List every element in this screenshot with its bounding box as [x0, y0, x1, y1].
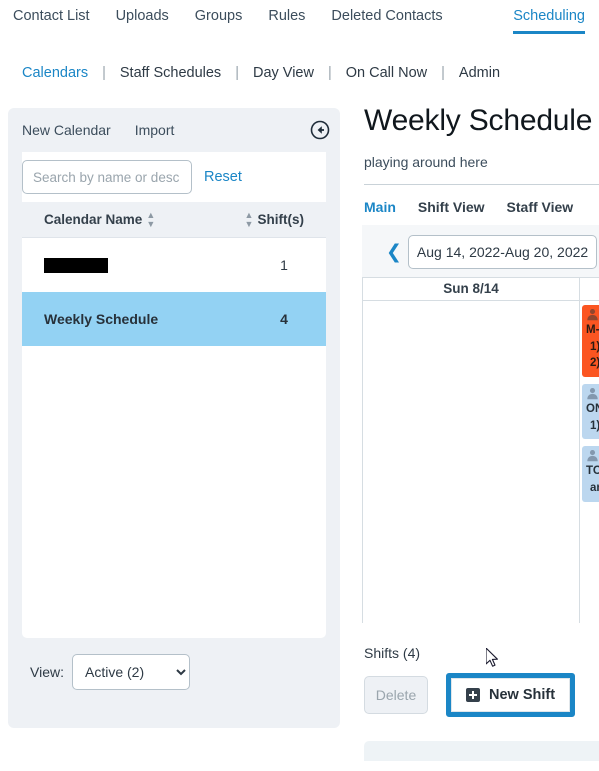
calendar-name-cell: Weekly Schedule — [44, 311, 159, 327]
shift-card-line: 1) — [590, 419, 599, 432]
shift-actions-row: Delete New Shift — [360, 661, 599, 717]
subnav-item-admin[interactable]: Admin — [459, 65, 500, 81]
tab-staff-view[interactable]: Staff View — [507, 199, 574, 215]
view-filter-select[interactable]: Active (2) — [71, 654, 190, 690]
page-subtitle: playing around here — [364, 154, 488, 170]
day-column-header: Sun 8/14 — [363, 278, 579, 301]
new-shift-button[interactable]: New Shift — [451, 678, 571, 712]
subnav-separator: | — [327, 65, 332, 81]
schedule-detail-panel: Weekly Schedule playing around here Main… — [360, 100, 599, 771]
new-shift-focus-ring: New Shift — [446, 673, 576, 717]
person-icon — [587, 450, 598, 462]
day-column-monday: M-F 1) a 2) A ON 1) — [580, 278, 599, 623]
person-icon — [587, 388, 598, 400]
nav-tab-deleted-contacts[interactable]: Deleted Contacts — [331, 8, 442, 34]
calendar-name-cell — [44, 257, 264, 274]
person-icon — [587, 309, 598, 321]
calendar-list-toolbar: New Calendar Import — [8, 108, 340, 152]
shifts-count-label: Shifts (4) — [364, 645, 421, 661]
nav-tab-groups[interactable]: Groups — [195, 8, 243, 34]
primary-navigation: Contact List Uploads Groups Rules Delete… — [0, 0, 599, 44]
table-row[interactable]: 1 — [22, 238, 326, 292]
shift-card-line: TOM — [586, 465, 599, 478]
secondary-navigation: Calendars | Staff Schedules | Day View |… — [0, 58, 599, 88]
shift-card-line: 2) A — [590, 357, 599, 370]
page-title: Weekly Schedule — [364, 104, 593, 137]
subnav-separator: | — [102, 65, 106, 81]
subnav-separator: | — [235, 65, 239, 81]
shift-card-line: ON — [586, 403, 599, 416]
column-header-calendar-name[interactable]: Calendar Name ▲ ▼ — [44, 210, 241, 229]
calendar-list: 1 Weekly Schedule 4 — [22, 238, 326, 638]
week-grid: Sun 8/14 M-F 1) a 2) A — [362, 277, 599, 623]
sort-icon[interactable]: ▲ ▼ — [245, 210, 254, 229]
shift-card[interactable]: TOM ant — [582, 446, 599, 502]
shift-card-line: 1) a — [590, 340, 599, 353]
shift-card[interactable]: ON 1) — [582, 384, 599, 440]
subnav-item-calendars[interactable]: Calendars — [22, 65, 88, 81]
date-range-navigator: ❮ Aug 14, 2022-Aug 20, 2022 ❯ — [362, 233, 599, 271]
new-shift-button-label: New Shift — [489, 687, 556, 703]
subnav-item-staff-schedules[interactable]: Staff Schedules — [120, 65, 221, 81]
day-column-sunday: Sun 8/14 — [362, 278, 580, 623]
shift-card-line: ant — [590, 482, 599, 495]
calendar-shift-count: 1 — [280, 257, 288, 273]
plus-square-icon — [466, 688, 480, 702]
circle-left-arrow-icon[interactable] — [310, 120, 330, 140]
tab-main[interactable]: Main — [364, 199, 396, 215]
column-header-shifts-label: Shift(s) — [257, 212, 305, 227]
column-header-shifts[interactable]: ▲ ▼ Shift(s) — [241, 210, 305, 229]
nav-tab-rules[interactable]: Rules — [268, 8, 305, 34]
reset-search-link[interactable]: Reset — [204, 169, 242, 185]
day-column-header — [580, 278, 599, 301]
tab-shift-view[interactable]: Shift View — [418, 199, 485, 215]
schedule-view-tabs: Main Shift View Staff View — [360, 185, 599, 215]
shift-card[interactable]: M-F 1) a 2) A — [582, 305, 599, 378]
subnav-item-day-view[interactable]: Day View — [253, 65, 314, 81]
day-column-body[interactable] — [363, 301, 579, 623]
calendar-shift-count: 4 — [280, 311, 288, 327]
subnav-separator: | — [441, 65, 445, 81]
date-range-field[interactable]: Aug 14, 2022-Aug 20, 2022 — [407, 235, 598, 269]
import-button[interactable]: Import — [135, 122, 175, 138]
view-filter-row: View: Active (2) — [8, 638, 340, 690]
new-calendar-button[interactable]: New Calendar — [22, 122, 111, 138]
calendar-week-panel: ❮ Aug 14, 2022-Aug 20, 2022 ❯ Sun 8/14 — [362, 225, 599, 623]
delete-button[interactable]: Delete — [364, 676, 428, 714]
search-input[interactable] — [22, 160, 192, 194]
nav-tab-contact-list[interactable]: Contact List — [13, 8, 90, 34]
redacted-name-block — [44, 258, 108, 274]
table-row[interactable]: Weekly Schedule 4 — [22, 292, 326, 346]
calendar-search-row: Reset — [22, 152, 326, 202]
shift-card-line: M-F — [586, 324, 599, 336]
day-column-body[interactable]: M-F 1) a 2) A ON 1) — [580, 301, 599, 623]
column-header-calendar-name-label: Calendar Name — [44, 212, 143, 227]
calendar-list-panel: New Calendar Import Reset Calendar Name … — [8, 108, 340, 728]
sort-icon[interactable]: ▲ ▼ — [146, 210, 155, 229]
subnav-item-on-call-now[interactable]: On Call Now — [346, 65, 427, 81]
calendar-table-header: Calendar Name ▲ ▼ ▲ ▼ Shift(s) — [22, 202, 326, 238]
bottom-panel-stub — [364, 741, 599, 761]
nav-tab-scheduling[interactable]: Scheduling — [513, 8, 585, 34]
nav-tab-uploads[interactable]: Uploads — [116, 8, 169, 34]
view-filter-label: View: — [30, 664, 64, 680]
chevron-left-icon[interactable]: ❮ — [380, 242, 408, 262]
